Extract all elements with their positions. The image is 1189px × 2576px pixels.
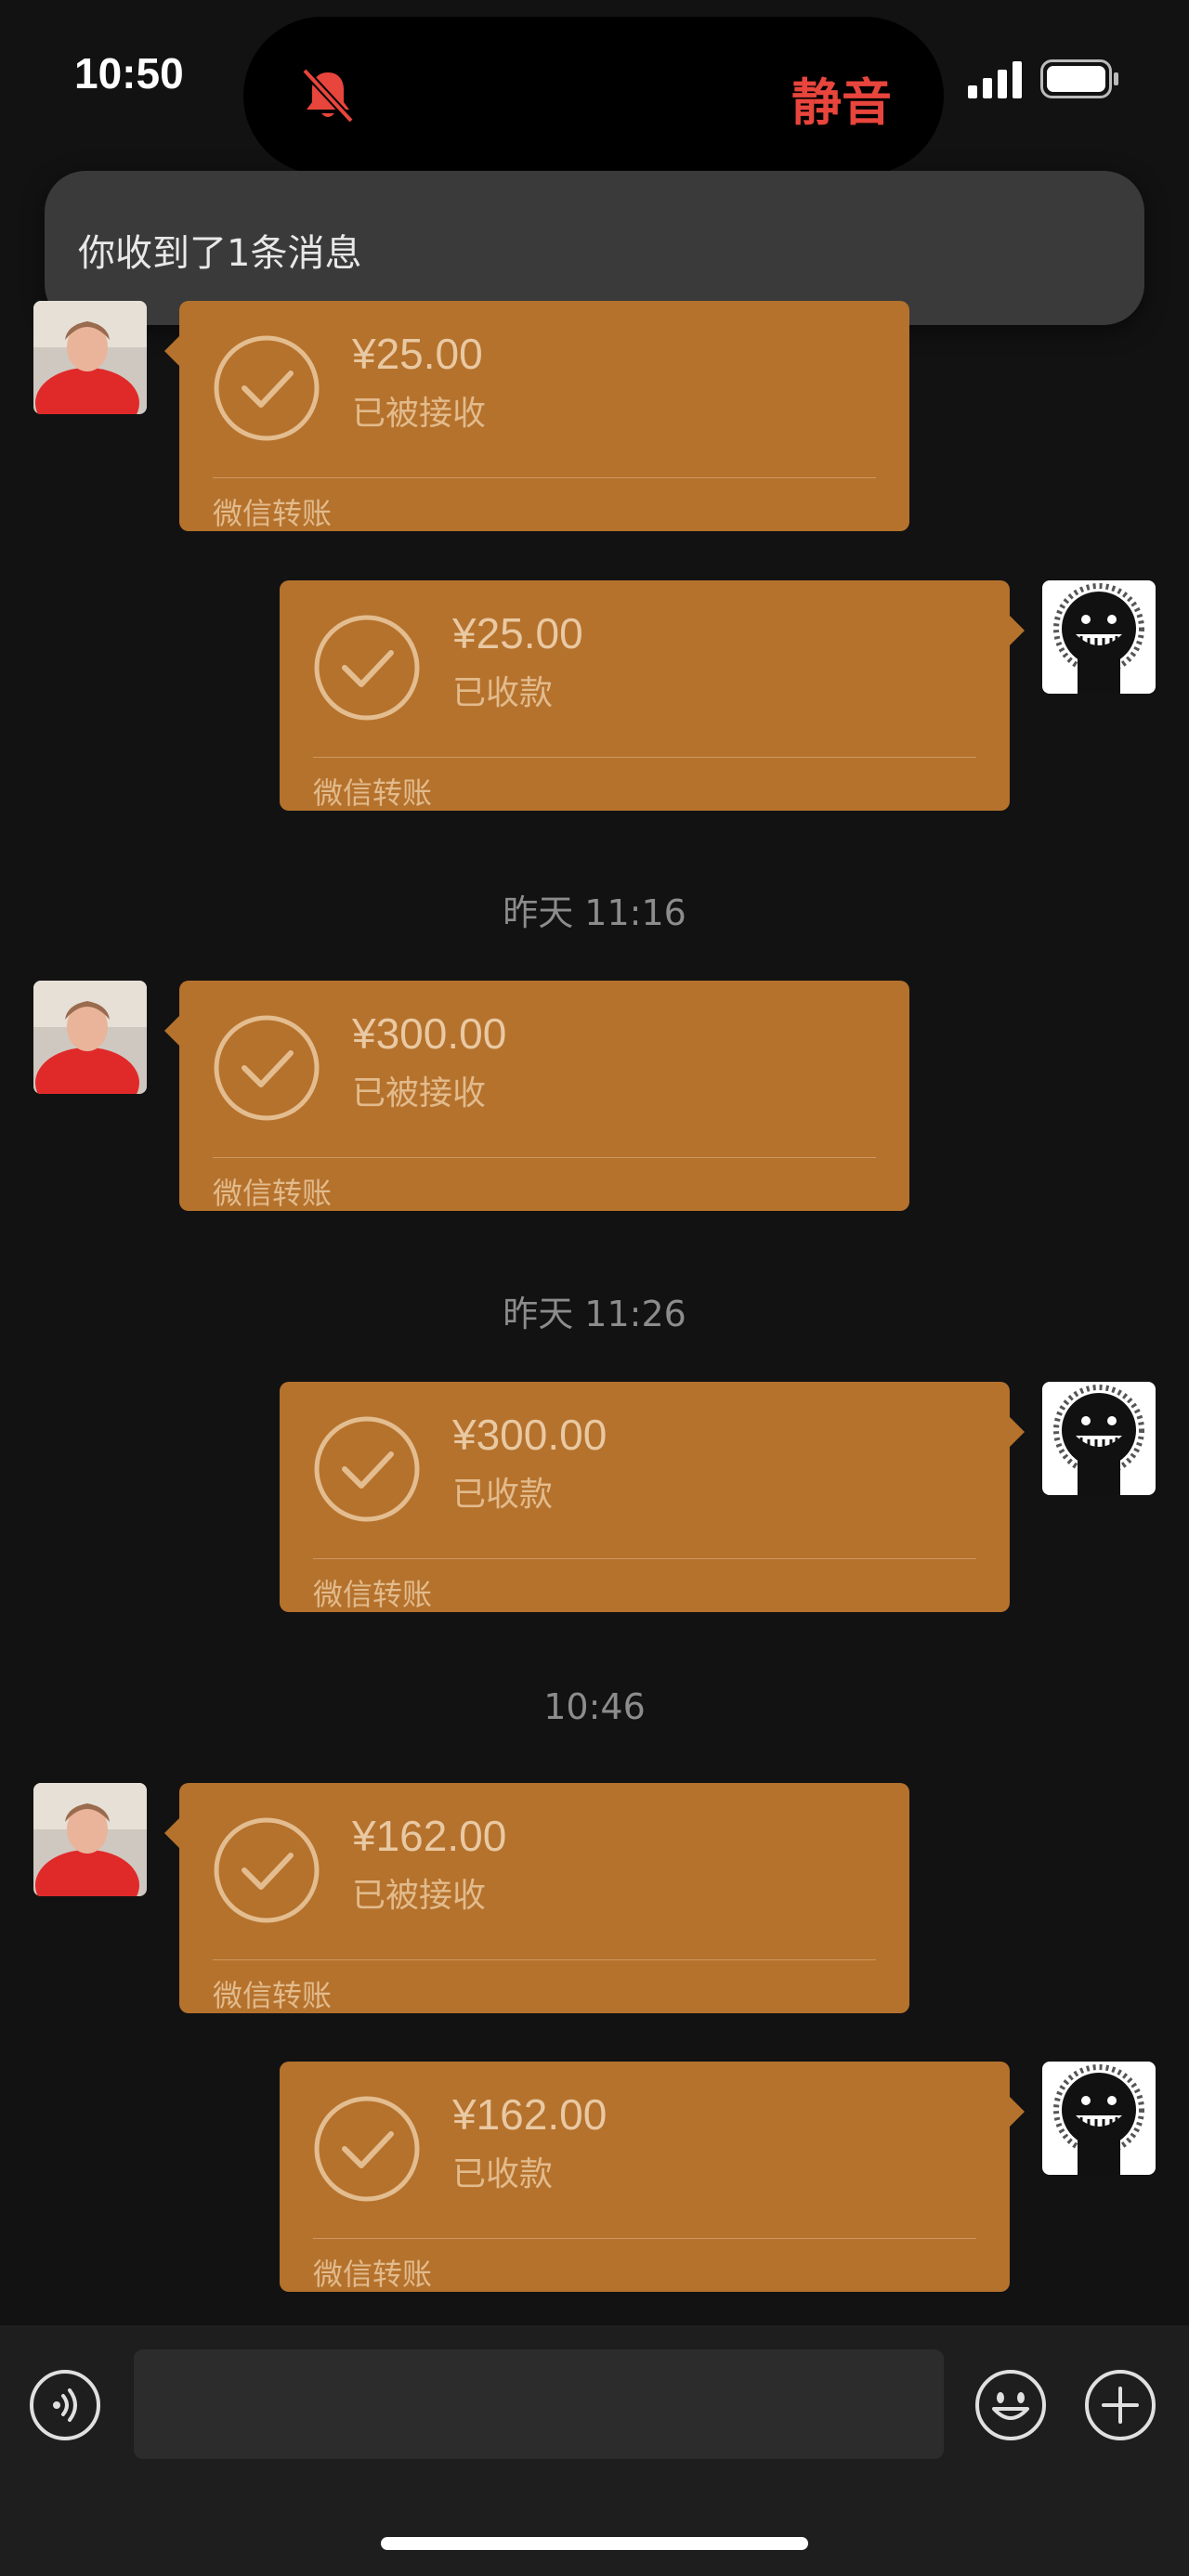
plus-icon[interactable] bbox=[1083, 2368, 1157, 2442]
check-circle-icon bbox=[314, 615, 420, 721]
transfer-status: 已被接收 bbox=[352, 395, 487, 433]
transfer-status: 已收款 bbox=[452, 1476, 554, 1514]
my-avatar[interactable] bbox=[1042, 2062, 1156, 2175]
silent-mode-label: 静音 bbox=[791, 73, 892, 132]
contact-avatar[interactable] bbox=[33, 981, 147, 1094]
divider bbox=[213, 1157, 876, 1158]
check-circle-icon bbox=[314, 1416, 420, 1522]
timestamp: 昨天 11:16 bbox=[503, 892, 686, 933]
check-circle-icon bbox=[214, 1817, 320, 1923]
transfer-amount: ¥162.00 bbox=[352, 1812, 507, 1860]
transfer-status: 已被接收 bbox=[352, 1074, 487, 1112]
transfer-footer: 微信转账 bbox=[213, 1978, 333, 2013]
home-indicator[interactable] bbox=[381, 2537, 808, 2550]
emoji-icon[interactable] bbox=[973, 2368, 1048, 2442]
transfer-bubble[interactable]: ¥162.00 已收款 微信转账 bbox=[280, 2062, 1025, 2292]
transfer-bubble[interactable]: ¥25.00 已收款 微信转账 bbox=[280, 580, 1025, 811]
timestamp: 昨天 11:26 bbox=[503, 1294, 686, 1334]
transfer-amount: ¥300.00 bbox=[452, 1411, 608, 1459]
notification-text: 你收到了1条消息 bbox=[78, 232, 362, 275]
transfer-status: 已收款 bbox=[452, 2155, 554, 2193]
transfer-footer: 微信转账 bbox=[313, 1577, 433, 1612]
cellular-signal-icon bbox=[968, 61, 1022, 98]
divider bbox=[213, 477, 876, 478]
voice-icon[interactable] bbox=[28, 2368, 102, 2442]
transfer-amount: ¥162.00 bbox=[452, 2090, 608, 2139]
my-avatar[interactable] bbox=[1042, 580, 1156, 694]
transfer-bubble[interactable]: ¥300.00 已收款 微信转账 bbox=[280, 1382, 1025, 1612]
check-circle-icon bbox=[214, 335, 320, 441]
transfer-status: 已收款 bbox=[452, 674, 554, 712]
timestamp: 10:46 bbox=[543, 1686, 646, 1727]
transfer-footer: 微信转账 bbox=[313, 2257, 433, 2292]
divider bbox=[213, 1959, 876, 1960]
my-avatar[interactable] bbox=[1042, 1382, 1156, 1495]
transfer-bubble[interactable]: ¥300.00 已被接收 微信转账 bbox=[164, 981, 909, 1211]
transfer-amount: ¥25.00 bbox=[352, 330, 483, 378]
check-circle-icon bbox=[214, 1015, 320, 1121]
transfer-amount: ¥300.00 bbox=[352, 1009, 507, 1058]
battery-icon bbox=[1040, 59, 1118, 98]
status-time: 10:50 bbox=[74, 49, 184, 98]
check-circle-icon bbox=[314, 2096, 420, 2202]
message-input[interactable] bbox=[134, 2349, 944, 2459]
transfer-footer: 微信转账 bbox=[213, 1176, 333, 1211]
divider bbox=[313, 2238, 976, 2239]
divider bbox=[313, 1558, 976, 1559]
contact-avatar[interactable] bbox=[33, 1783, 147, 1896]
transfer-amount: ¥25.00 bbox=[452, 609, 583, 657]
transfer-footer: 微信转账 bbox=[213, 496, 333, 531]
transfer-bubble[interactable]: ¥162.00 已被接收 微信转账 bbox=[164, 1783, 909, 2013]
transfer-footer: 微信转账 bbox=[313, 775, 433, 811]
transfer-bubble[interactable]: ¥25.00 已被接收 微信转账 bbox=[164, 301, 909, 531]
bell-slash-icon bbox=[302, 68, 354, 124]
dynamic-island: 静音 bbox=[243, 17, 944, 175]
divider bbox=[313, 757, 976, 758]
transfer-status: 已被接收 bbox=[352, 1877, 487, 1915]
contact-avatar[interactable] bbox=[33, 301, 147, 414]
